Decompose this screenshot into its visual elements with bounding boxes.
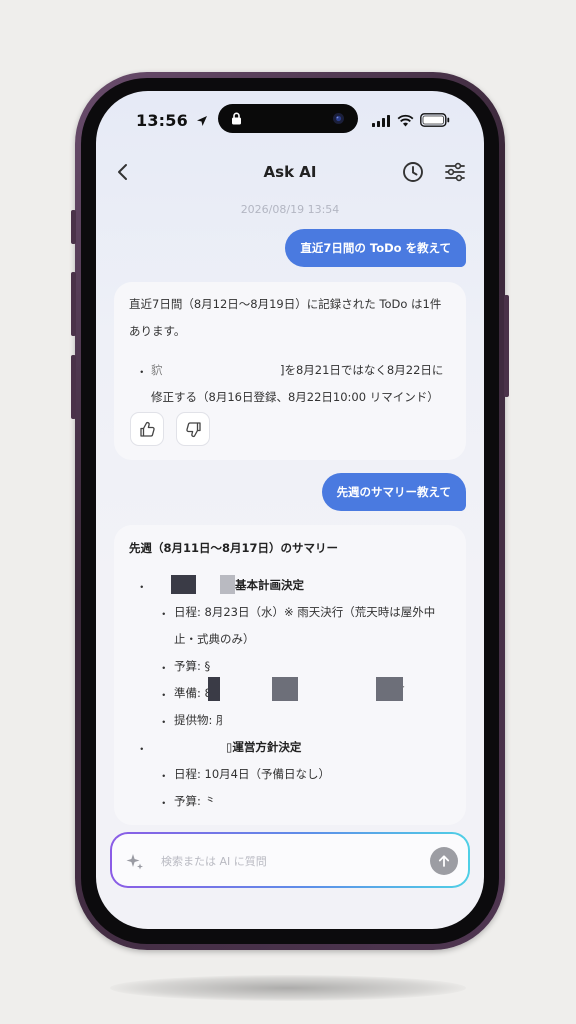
ask-input-container: 検索または AI に質問 — [110, 832, 470, 888]
redacted-block — [272, 677, 298, 701]
app-screen: 13:56 Ask AI 2026/08/19 13:54 直近7日間の ToD… — [96, 91, 484, 929]
send-button[interactable] — [430, 847, 458, 875]
user-message: 直近7日間の ToDo を教えて — [285, 229, 466, 267]
ai-reply-card: 先週（8月11日〜8月17日）のサマリー ・ 基本計画決定 ・ 日程: 8月23… — [114, 525, 466, 825]
status-time: 13:56 — [136, 111, 208, 130]
reply-text-line: あります。 — [129, 324, 186, 338]
thumbs-down-icon — [185, 421, 201, 437]
dynamic-island — [218, 104, 358, 133]
power-button — [504, 295, 509, 397]
clock-icon[interactable] — [402, 161, 424, 183]
volume-up-button — [71, 272, 76, 336]
chat-timestamp: 2026/08/19 13:54 — [240, 203, 340, 216]
phone-shadow — [110, 975, 466, 1001]
action-button — [71, 210, 76, 244]
list-bullet: ・ — [136, 365, 148, 379]
prep-text-tail: ・ — [400, 683, 407, 691]
budget-text: 予算: § — [174, 659, 211, 673]
sub-bullet: ・ — [158, 661, 170, 675]
summary-heading: 先週（8月11日〜8月17日）のサマリー — [129, 541, 339, 555]
wifi-icon — [397, 114, 414, 127]
input-placeholder: 検索または AI に質問 — [161, 855, 267, 868]
prep-text: 準備: 8 — [174, 686, 212, 700]
signal-icon — [372, 115, 390, 127]
page-title: Ask AI — [263, 163, 317, 181]
thumbs-down-button[interactable] — [176, 412, 210, 446]
schedule-text: 日程: 8月23日（水）※ 雨天決行（荒天時は屋外中 — [174, 605, 436, 619]
thumbs-up-button[interactable] — [130, 412, 164, 446]
schedule-text: 日程: 10月4日（予備日なし） — [174, 767, 330, 781]
sub-bullet: ・ — [158, 769, 170, 783]
camera-icon — [333, 113, 344, 124]
reply-text-line: 直近7日間（8月12日〜8月19日）に記録された ToDo は1件 — [129, 297, 442, 311]
ask-input[interactable]: 検索または AI に質問 — [112, 834, 468, 886]
section-title: 基本計画決定 — [235, 578, 304, 592]
list-bullet: ・ — [136, 742, 148, 756]
redacted-block — [220, 575, 235, 594]
ai-reply-card: 直近7日間（8月12日〜8月19日）に記録された ToDo は1件 あります。 … — [114, 282, 466, 460]
sub-bullet: ・ — [158, 607, 170, 621]
battery-icon — [420, 113, 450, 127]
redacted-block — [208, 677, 220, 701]
sub-bullet: ・ — [158, 796, 170, 810]
lock-icon — [232, 112, 241, 125]
supply-text: 提供物: ⺼ — [174, 713, 228, 727]
todo-text-line: 修正する（8月16日登録、8月22日10:00 リマインド） — [151, 390, 439, 404]
schedule-text-cont: 止・式典のみ） — [174, 632, 255, 646]
todo-text-start: 貁 — [151, 363, 163, 377]
arrow-up-icon — [438, 855, 450, 867]
sub-bullet: ・ — [158, 688, 170, 702]
list-bullet: ・ — [136, 580, 148, 594]
location-arrow-icon — [196, 116, 207, 126]
budget-text: 予算: ⺀ — [174, 794, 217, 808]
redacted-block — [376, 677, 403, 701]
sub-bullet: ・ — [158, 715, 170, 729]
sparkle-icon — [126, 854, 143, 870]
section-title: ▯運営方針決定 — [226, 740, 302, 754]
sliders-icon[interactable] — [444, 161, 466, 183]
volume-down-button — [71, 355, 76, 419]
todo-text-end: ]を8月21日ではなく8月22日に — [280, 363, 444, 377]
thumbs-up-icon — [139, 421, 155, 437]
user-message: 先週のサマリー教えて — [321, 473, 466, 511]
redacted-block — [171, 575, 196, 594]
